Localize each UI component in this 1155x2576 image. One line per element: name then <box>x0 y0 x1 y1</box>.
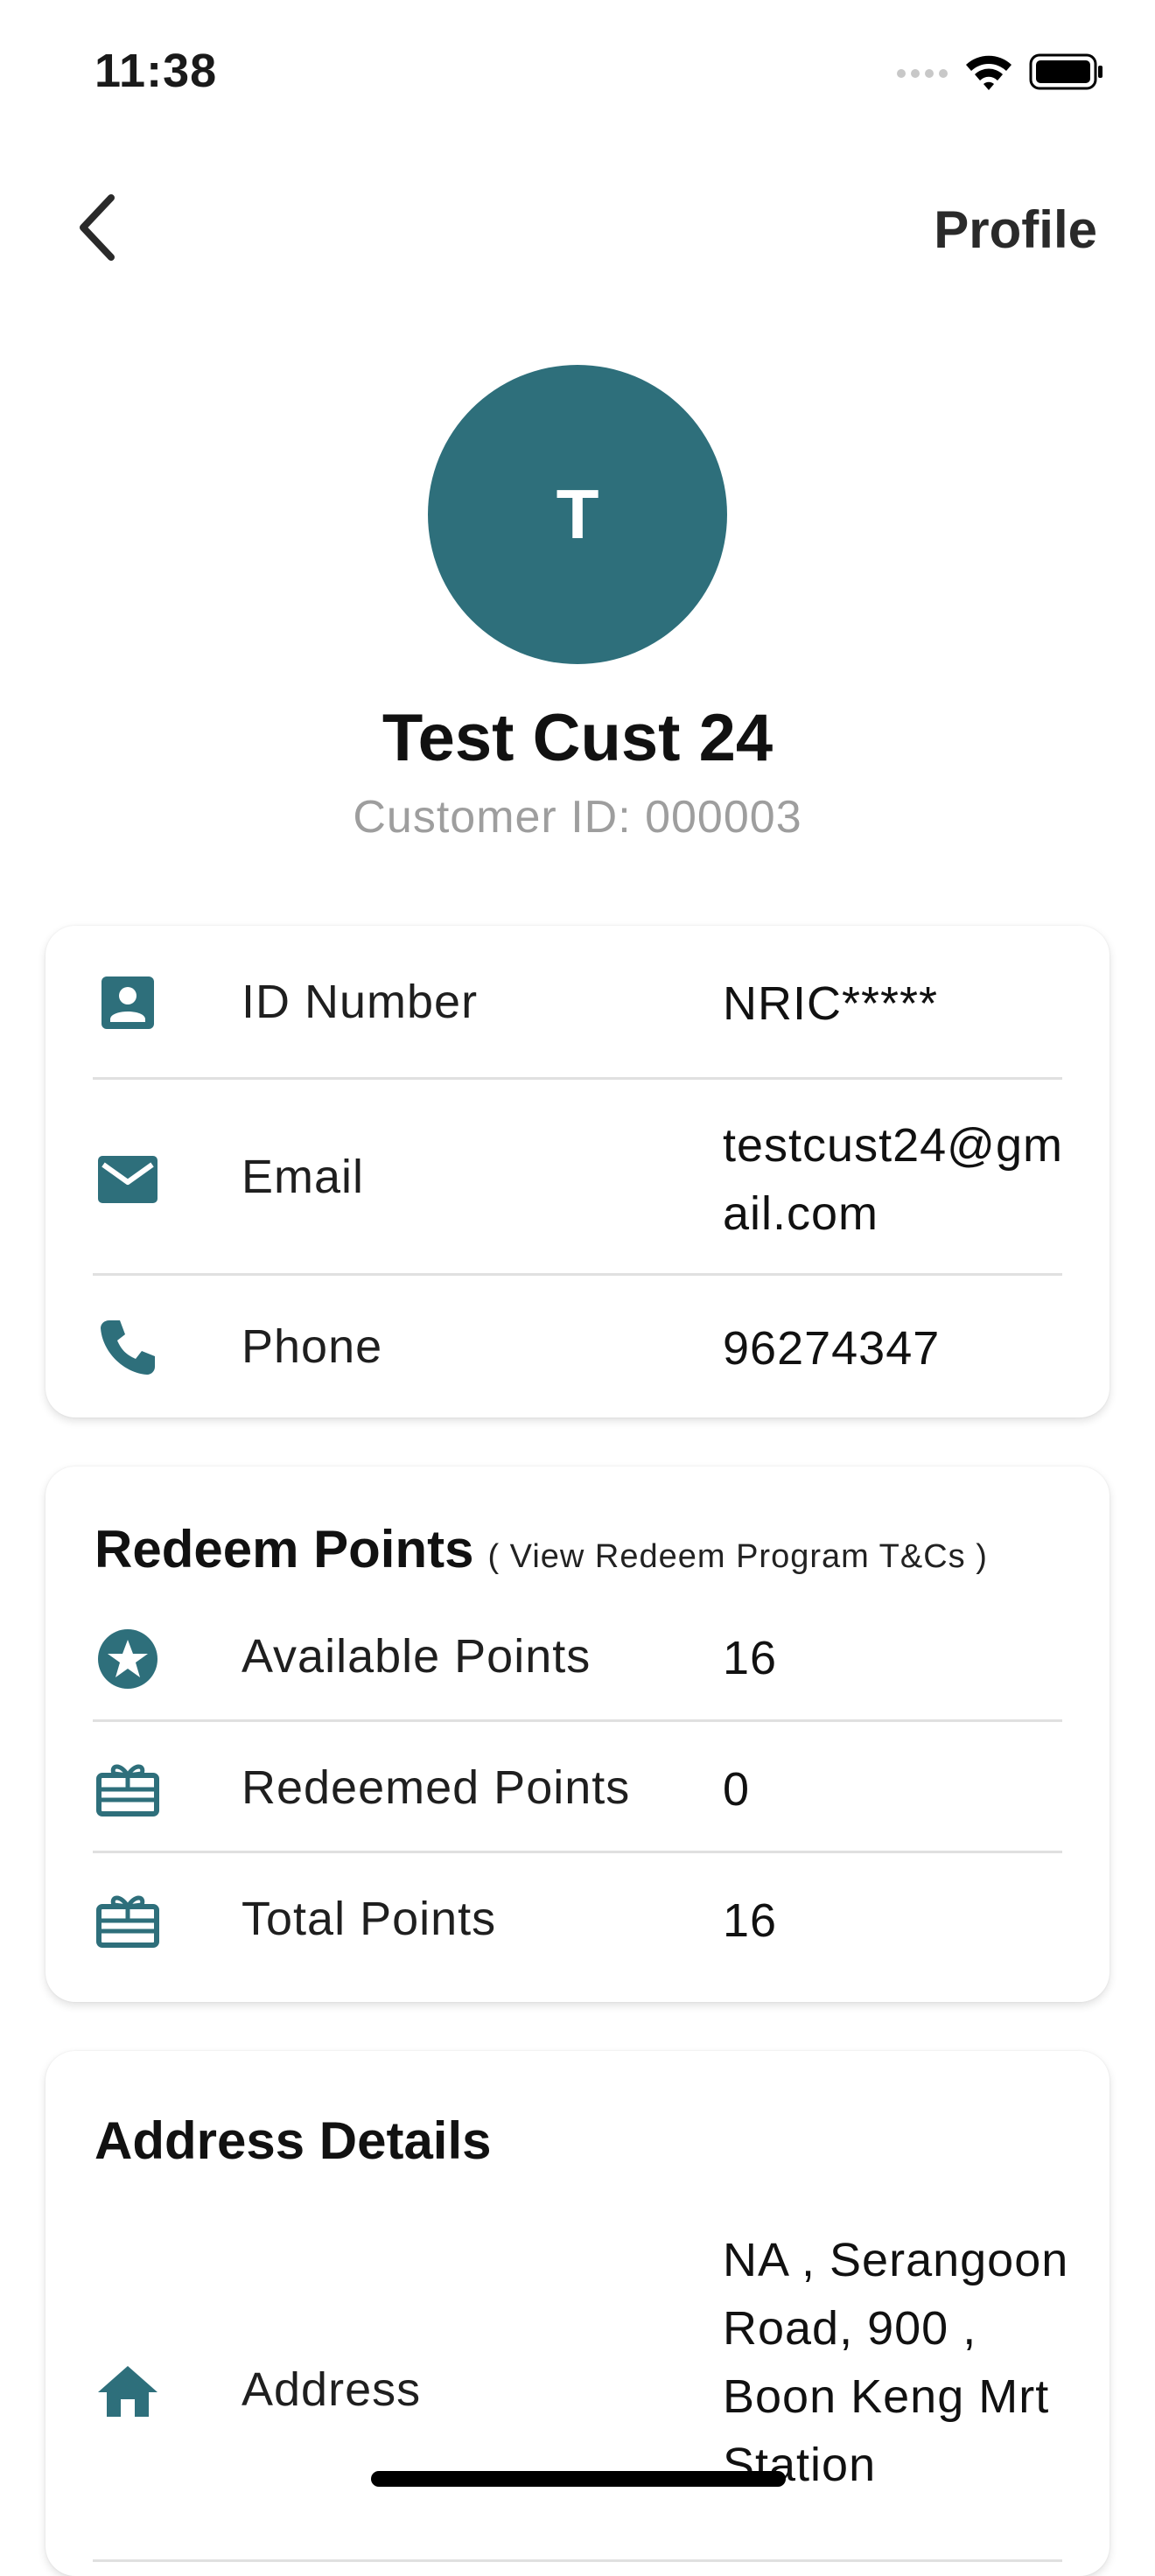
redeem-tc-link[interactable]: ( View Redeem Program T&Cs ) <box>487 1538 987 1575</box>
points-title: Redeem Points <box>94 1520 474 1578</box>
profile-name: Test Cust 24 <box>382 701 774 775</box>
info-row-email: Email testcust24@gmail.com <box>93 1080 1062 1276</box>
points-row-redeemed: Redeemed Points 0 <box>93 1722 1062 1853</box>
info-value: 96274347 <box>723 1322 941 1375</box>
gift-card-icon <box>93 1754 163 1824</box>
info-value: testcust24@gmail.com <box>723 1119 1063 1240</box>
points-label: Redeemed Points <box>242 1761 631 1814</box>
email-icon <box>93 1144 163 1214</box>
redeem-points-card: Redeem Points ( View Redeem Program T&Cs … <box>46 1466 1110 2002</box>
address-row: Address NA , Serangoon Road, 900 , Boon … <box>93 2208 1068 2562</box>
status-bar: 11:38 <box>0 0 1155 149</box>
star-badge-icon <box>93 1624 163 1694</box>
points-value: 16 <box>723 1894 778 1947</box>
points-row-total: Total Points 16 <box>93 1853 1062 1984</box>
id-card-icon <box>93 968 163 1038</box>
chevron-left-icon <box>80 194 115 261</box>
points-value: 16 <box>723 1632 778 1684</box>
points-label: Total Points <box>242 1893 497 1945</box>
cellular-signal-icon <box>897 69 948 78</box>
address-value: NA , Serangoon Road, 900 , Boon Keng Mrt… <box>723 2234 1069 2491</box>
info-row-id-number: ID Number NRIC***** <box>93 926 1062 1080</box>
address-label: Address <box>242 2363 422 2416</box>
points-value: 0 <box>723 1763 751 1816</box>
points-label: Available Points <box>242 1630 592 1683</box>
home-icon <box>93 2356 163 2426</box>
status-time: 11:38 <box>94 45 218 97</box>
gift-card-icon <box>93 1885 163 1955</box>
customer-id: Customer ID: 000003 <box>353 792 802 843</box>
page-title: Profile <box>934 200 1097 259</box>
info-label: Phone <box>242 1320 383 1373</box>
points-row-available: Available Points 16 <box>93 1596 1062 1722</box>
battery-icon <box>1029 53 1102 90</box>
address-card-title: Address Details <box>94 2111 492 2170</box>
status-icons <box>896 52 1104 91</box>
info-label: Email <box>242 1151 365 1203</box>
avatar: T <box>428 365 727 664</box>
info-label: ID Number <box>242 976 479 1028</box>
wifi-icon <box>966 55 1012 90</box>
home-indicator <box>371 2471 786 2487</box>
info-value: NRIC***** <box>723 977 939 1030</box>
info-row-phone: Phone 96274347 <box>93 1276 1062 1418</box>
avatar-initial: T <box>556 475 599 553</box>
back-button[interactable] <box>61 192 131 262</box>
contact-info-card: ID Number NRIC***** Email testcust24@gma… <box>46 926 1110 1418</box>
address-details-card: Address Details Address NA , Serangoon R… <box>46 2051 1110 2576</box>
phone-icon <box>93 1312 163 1382</box>
nav-bar: Profile <box>0 166 1155 289</box>
points-card-title: Redeem Points ( View Redeem Program T&Cs … <box>94 1519 988 1579</box>
